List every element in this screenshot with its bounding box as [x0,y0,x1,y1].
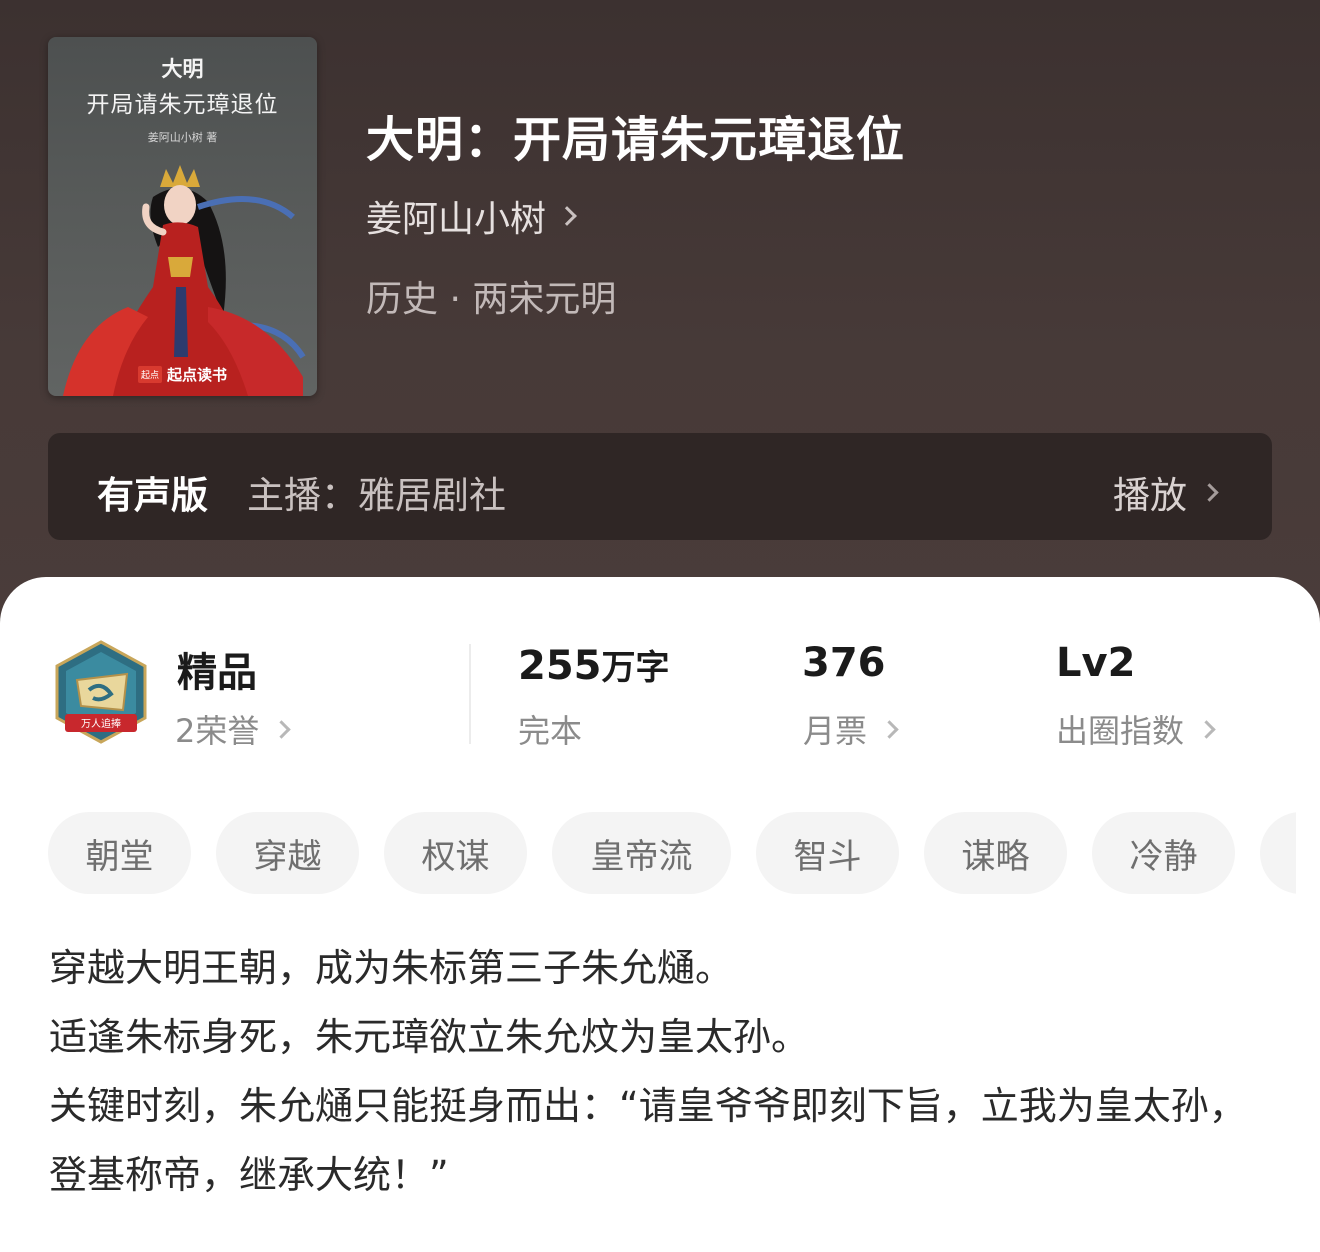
completion-status: 完本 [518,706,582,752]
chevron-right-icon [272,719,292,739]
tag-chip[interactable]: 穿越 [216,812,359,894]
word-count-unit: 万字 [601,648,670,688]
audiobook-label: 有声版 [97,474,208,517]
publisher-logo: 起点 起点读书 [138,364,227,385]
audiobook-host: 主播：雅居剧社 [247,474,506,517]
synopsis-line: 适逢朱标身死，朱元璋欲立朱允炆为皇太孙。 [49,1015,810,1059]
audiobook-bar[interactable]: 有声版 主播：雅居剧社 播放 [48,433,1272,540]
honors-label: 2荣誉 [175,712,260,750]
quality-badge-icon[interactable]: 万人追捧 [51,640,151,746]
tag-list: 朝堂 穿越 权谋 皇帝流 智斗 谋略 冷静 [48,812,1296,894]
publisher-badge: 起点 [138,366,163,383]
influence-level: Lv2 [1056,640,1136,686]
completion-label: 完本 [518,712,583,750]
author-name: 姜阿山小树 [366,199,547,240]
cover-author-credit: 姜阿山小树 著 [147,131,218,144]
chevron-right-icon [557,206,577,226]
tag-chip[interactable]: 权谋 [384,812,527,894]
publisher-name: 起点读书 [167,366,228,384]
badge-caption: 万人追捧 [81,717,121,730]
book-category[interactable]: 历史 · 两宋元明 [366,270,616,322]
influence-index-link[interactable]: 出圈指数 [1056,706,1216,752]
tag-chip[interactable]: 谋略 [924,812,1067,894]
word-count: 255万字 [518,640,670,689]
tag-chip[interactable]: 智斗 [756,812,899,894]
synopsis-line: 穿越大明王朝，成为朱标第三子朱允熥。 [49,946,734,990]
book-synopsis[interactable]: 穿越大明王朝，成为朱标第三子朱允熥。 适逢朱标身死，朱元璋欲立朱允炆为皇太孙。 … [49,934,1279,1210]
word-count-value: 255 [518,643,602,689]
tag-chip-partial[interactable] [1260,812,1296,894]
chevron-right-icon [880,719,899,739]
play-button[interactable]: 播放 [1113,465,1219,519]
synopsis-line: 关键时刻，朱允熥只能挺身而出：“请皇爷爷即刻下旨，立我为皇太孙，登基称帝，继承大… [49,1084,1247,1197]
tag-chip[interactable]: 冷静 [1092,812,1235,894]
book-title: 大明：开局请朱元璋退位 [366,112,906,168]
tag-chip[interactable]: 皇帝流 [552,812,731,894]
monthly-tickets-value: 376 [802,640,886,686]
quality-title: 精品 [177,650,257,696]
chevron-right-icon [1200,482,1219,502]
cover-illustration [63,165,306,396]
tag-chip[interactable]: 朝堂 [48,812,191,894]
influence-index-label: 出圈指数 [1056,712,1185,750]
cover-title-line1: 大明 [161,57,204,81]
cover-title-line2: 开局请朱元璋退位 [86,92,279,118]
book-cover[interactable]: 大明 开局请朱元璋退位 姜阿山小树 著 起点 起点读书 [48,37,317,396]
honors-link[interactable]: 2荣誉 [175,706,292,752]
monthly-tickets-label: 月票 [803,712,868,750]
stats-divider [469,644,471,744]
chevron-right-icon [1197,719,1216,739]
monthly-tickets-link[interactable]: 月票 [803,706,899,752]
play-label: 播放 [1113,474,1187,517]
author-link[interactable]: 姜阿山小树 [366,190,577,242]
